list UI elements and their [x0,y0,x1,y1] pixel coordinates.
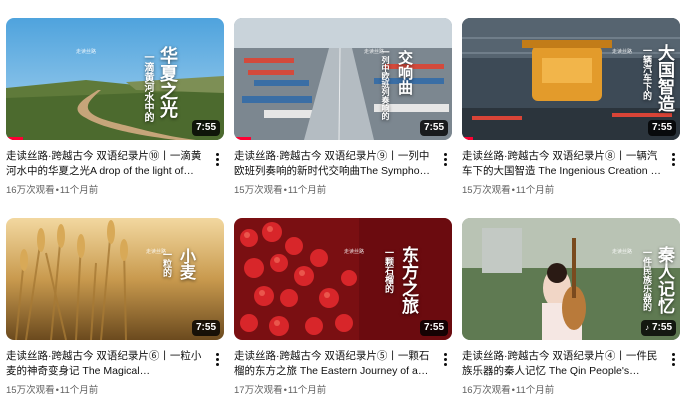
video-thumbnail[interactable]: 走读丝路 东方之旅 一颗石榴的 7:55 [234,218,452,340]
video-meta: 15万次观看•11个月前 [234,185,327,196]
video-title[interactable]: 走读丝路·跨越古今 双语纪录片⑧丨一辆汽车下的大国智造 The Ingeniou… [462,149,662,179]
video-thumbnail[interactable]: 走读丝路 大国智造 一辆汽车下的 7:55 [462,18,680,140]
more-options-icon[interactable] [438,149,452,169]
video-title[interactable]: 走读丝路·跨越古今 双语纪录片⑩丨一滴黄河水中的华夏之光A drop of th… [6,149,206,179]
video-meta: 16万次观看•11个月前 [462,385,555,396]
video-title[interactable]: 走读丝路·跨越古今 双语纪录片⑤丨一颗石榴的东方之旅 The Eastern J… [234,349,434,379]
video-thumbnail[interactable]: 走读丝路 华夏之光 一滴黄河水中的 7:55 [6,18,224,140]
brand-text: 走读丝路 [344,249,365,255]
video-grid: 走读丝路 华夏之光 一滴黄河水中的 7:55 走读丝路·跨越古今 双语纪录片⑩丨… [0,0,695,402]
brand-text: 走读丝路 [76,49,97,55]
overlay-title: 大国智造 [654,44,674,112]
duration-badge: 7:55 [191,120,220,136]
more-options-icon[interactable] [210,349,224,369]
duration-badge: 7:55 [191,320,220,336]
overlay-subtitle: 一列中欧班列奏响的 [381,48,391,120]
video-card[interactable]: 走读丝路 华夏之光 一滴黄河水中的 7:55 走读丝路·跨越古今 双语纪录片⑩丨… [6,18,224,196]
overlay-title: 东方之旅 [398,246,418,314]
overlay-subtitle: 一件民族乐器的 [641,248,651,311]
video-card[interactable]: 走读丝路 秦人记忆 一件民族乐器的 ♪ 7:55 走读丝路·跨越古今 双语纪录片④… [462,218,680,396]
video-thumbnail[interactable]: 走读丝路 小麦 一粒的 7:55 [6,218,224,340]
duration-badge: ♪ 7:55 [640,320,676,336]
more-options-icon[interactable] [210,149,224,169]
overlay-title: 华夏之光 [157,46,178,118]
video-meta: 17万次观看•11个月前 [234,385,327,396]
overlay-title: 秦人记忆 [654,246,674,314]
video-meta: 15万次观看•11个月前 [462,185,555,196]
video-title[interactable]: 走读丝路·跨越古今 双语纪录片⑨丨一列中欧班列奏响的新时代交响曲The Symp… [234,149,434,179]
more-options-icon[interactable] [666,149,680,169]
video-card[interactable]: 走读丝路 大国智造 一辆汽车下的 7:55 走读丝路·跨越古今 双语纪录片⑧丨一… [462,18,680,196]
more-options-icon[interactable] [438,349,452,369]
watch-progress-bar [462,137,473,140]
brand-text: 走读丝路 [612,49,633,55]
video-card[interactable]: 走读丝路 小麦 一粒的 7:55 走读丝路·跨越古今 双语纪录片⑥丨一粒小麦的神… [6,218,224,396]
video-meta: 16万次观看•11个月前 [6,185,99,196]
overlay-subtitle: 一粒的 [161,250,171,277]
watch-progress-bar [6,137,24,140]
video-card[interactable]: 走读丝路 东方之旅 一颗石榴的 7:55 走读丝路·跨越古今 双语纪录片⑤丨一颗… [234,218,452,396]
watch-progress-bar [234,137,252,140]
duration-badge: 7:55 [647,120,676,136]
overlay-subtitle: 一辆汽车下的 [641,46,651,100]
now-playing-icon: ♪ [644,323,649,332]
video-title[interactable]: 走读丝路·跨越古今 双语纪录片⑥丨一粒小麦的神奇变身记 The Magical … [6,349,206,379]
overlay-subtitle: 一滴黄河水中的 [142,52,153,122]
video-title[interactable]: 走读丝路·跨越古今 双语纪录片④丨一件民族乐器的秦人记忆 The Qin Peo… [462,349,662,379]
brand-text: 走读丝路 [612,249,633,255]
video-thumbnail[interactable]: 走读丝路 秦人记忆 一件民族乐器的 ♪ 7:55 [462,218,680,340]
duration-badge: 7:55 [419,320,448,336]
overlay-title: 交响曲 [396,50,414,95]
video-card[interactable]: 走读丝路 交响曲 一列中欧班列奏响的 7:55 走读丝路·跨越古今 双语纪录片⑨… [234,18,452,196]
video-thumbnail[interactable]: 走读丝路 交响曲 一列中欧班列奏响的 7:55 [234,18,452,140]
video-meta: 15万次观看•11个月前 [6,385,99,396]
overlay-title: 小麦 [177,248,196,280]
more-options-icon[interactable] [666,349,680,369]
duration-badge: 7:55 [419,120,448,136]
overlay-subtitle: 一颗石榴的 [383,248,393,293]
